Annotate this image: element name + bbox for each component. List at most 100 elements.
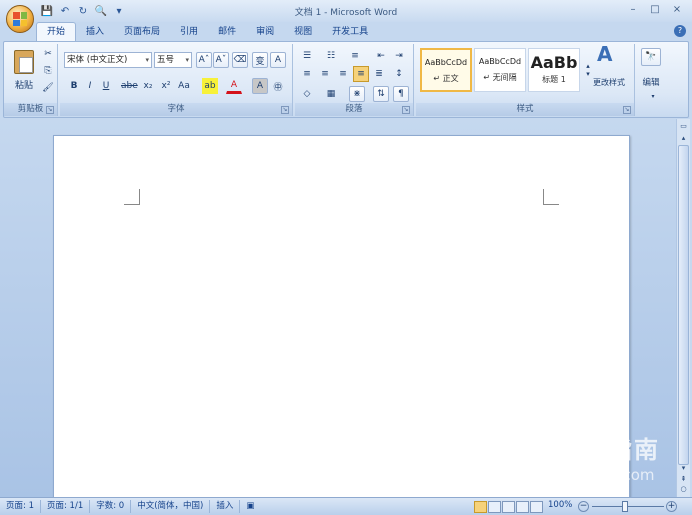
macro-record-icon[interactable]: ▣: [240, 500, 260, 513]
phonetic-guide-button[interactable]: 变: [252, 52, 268, 68]
superscript-button[interactable]: x²: [158, 78, 174, 94]
show-marks-button[interactable]: ¶: [393, 86, 409, 102]
font-launcher-icon[interactable]: ↘: [281, 106, 289, 114]
shading-button[interactable]: ◇: [299, 86, 315, 102]
close-button[interactable]: ×: [666, 2, 688, 18]
tab-references[interactable]: 引用: [170, 23, 208, 41]
bullets-button[interactable]: ☰: [299, 48, 315, 64]
scroll-thumb[interactable]: [678, 145, 689, 465]
full-screen-reading-view-button[interactable]: [488, 501, 501, 513]
status-language[interactable]: 中文(简体，中国): [131, 500, 211, 513]
status-pages[interactable]: 页面: 1/1: [41, 500, 91, 513]
paragraph-launcher-icon[interactable]: ↘: [402, 106, 410, 114]
justify-button[interactable]: ≡: [353, 66, 369, 82]
watermark-text: 搜狗指南: [556, 436, 660, 464]
vertical-scrollbar[interactable]: ▭ ▴ ▾ ⇞ ○: [676, 119, 690, 497]
copy-icon[interactable]: ⎘: [40, 63, 56, 79]
align-left-button[interactable]: ≡: [299, 66, 315, 82]
font-name-select[interactable]: 宋体 (中文正文) ▾: [64, 52, 152, 68]
clipboard-launcher-icon[interactable]: ↘: [46, 106, 54, 114]
office-logo-icon: [13, 12, 27, 26]
status-page[interactable]: 页面: 1: [0, 500, 41, 513]
grow-font-button[interactable]: Aˆ: [196, 52, 212, 68]
styles-label: 样式: [416, 103, 634, 116]
window-title: 文档 1 - Microsoft Word: [294, 8, 398, 18]
crop-mark-top-left: [124, 189, 140, 205]
tab-home[interactable]: 开始: [36, 22, 77, 41]
tab-mailings[interactable]: 邮件: [208, 23, 246, 41]
shrink-font-button[interactable]: Aˇ: [213, 52, 229, 68]
zoom-slider-track[interactable]: [592, 506, 664, 507]
strikethrough-button[interactable]: abe: [120, 78, 139, 94]
style-no-spacing[interactable]: AaBbCcDd ↵ 无间隔: [474, 48, 526, 92]
line-spacing-button[interactable]: ↕: [391, 66, 407, 82]
bold-button[interactable]: B: [66, 78, 82, 94]
previous-page-icon[interactable]: ⇞: [678, 474, 689, 484]
status-bar: 页面: 1 页面: 1/1 字数: 0 中文(简体，中国) 插入 ▣ 100% …: [0, 497, 692, 515]
highlight-button[interactable]: ab: [202, 78, 218, 94]
help-icon[interactable]: ?: [674, 25, 686, 37]
character-border-button[interactable]: A: [270, 52, 286, 68]
editing-group: 🔭 编辑 ▾: [637, 44, 665, 116]
scroll-down-icon[interactable]: ▾: [678, 463, 689, 473]
print-layout-view-button[interactable]: [474, 501, 487, 513]
style-heading-1[interactable]: AaBb 标题 1: [528, 48, 580, 92]
ribbon: 粘贴 ✂ ⎘ 🖌 剪贴板 ↘ 宋体 (中文正文) ▾ 五号 ▾ Aˆ Aˇ ⌫ 变 …: [3, 41, 689, 118]
office-button[interactable]: [6, 5, 34, 33]
change-styles-icon[interactable]: A: [596, 42, 613, 66]
status-insert-mode[interactable]: 插入: [210, 500, 241, 513]
status-words[interactable]: 字数: 0: [90, 500, 132, 513]
enclose-characters-button[interactable]: ㊥: [270, 78, 286, 94]
borders-button[interactable]: ▦: [323, 86, 339, 102]
outline-view-button[interactable]: [516, 501, 529, 513]
cut-icon[interactable]: ✂: [40, 46, 56, 62]
decrease-indent-button[interactable]: ⇤: [373, 48, 389, 64]
subscript-button[interactable]: x₂: [140, 78, 156, 94]
style-normal[interactable]: AaBbCcDd ↵ 正文: [420, 48, 472, 92]
find-icon[interactable]: 🔭: [641, 48, 661, 66]
paste-icon[interactable]: [14, 50, 34, 74]
change-styles-button[interactable]: 更改样式: [588, 74, 630, 90]
numbering-button[interactable]: ☷: [323, 48, 339, 64]
ruler-toggle-icon[interactable]: ▭: [678, 121, 689, 131]
multilevel-list-button[interactable]: ≡: [347, 48, 363, 64]
format-painter-icon[interactable]: 🖌: [40, 80, 56, 96]
font-size-select[interactable]: 五号 ▾: [154, 52, 192, 68]
underline-button[interactable]: U: [98, 78, 114, 94]
chevron-down-icon: ▾: [185, 56, 189, 64]
style-sample: AaBb: [530, 53, 578, 72]
character-shading-button[interactable]: A: [252, 78, 268, 94]
zoom-out-button[interactable]: −: [578, 501, 589, 512]
styles-launcher-icon[interactable]: ↘: [623, 106, 631, 114]
browse-object-icon[interactable]: ○: [678, 484, 689, 494]
chinese-layout-button[interactable]: ⋇: [349, 86, 365, 102]
zoom-in-button[interactable]: +: [666, 501, 677, 512]
italic-button[interactable]: I: [82, 78, 98, 94]
zoom-slider-handle[interactable]: [622, 501, 628, 512]
view-buttons: [474, 501, 543, 513]
align-right-button[interactable]: ≡: [335, 66, 351, 82]
maximize-button[interactable]: □: [644, 2, 666, 18]
increase-indent-button[interactable]: ⇥: [391, 48, 407, 64]
center-button[interactable]: ≡: [317, 66, 333, 82]
change-case-button[interactable]: Aa: [176, 78, 192, 94]
web-layout-view-button[interactable]: [502, 501, 515, 513]
minimize-button[interactable]: –: [622, 2, 644, 18]
tab-developer[interactable]: 开发工具: [322, 23, 378, 41]
zoom-level[interactable]: 100%: [548, 500, 572, 510]
distributed-button[interactable]: ≣: [371, 66, 387, 82]
font-color-button[interactable]: A: [226, 78, 242, 94]
draft-view-button[interactable]: [530, 501, 543, 513]
style-name: ↵ 正文: [433, 74, 459, 83]
clear-format-button[interactable]: ⌫: [232, 52, 248, 68]
tab-review[interactable]: 审阅: [246, 23, 284, 41]
paste-button[interactable]: 粘贴: [10, 76, 38, 92]
title-bar: 💾 ↶ ↻ 🔍 ▾ 文档 1 - Microsoft Word – □ ×: [0, 0, 692, 33]
tab-page-layout[interactable]: 页面布局: [114, 23, 170, 41]
tab-view[interactable]: 视图: [284, 23, 322, 41]
tab-insert[interactable]: 插入: [76, 23, 114, 41]
chevron-down-icon[interactable]: ▾: [645, 88, 661, 104]
paragraph-label: 段落: [295, 103, 413, 116]
sort-button[interactable]: ⇅: [373, 86, 389, 102]
scroll-up-icon[interactable]: ▴: [678, 133, 689, 143]
